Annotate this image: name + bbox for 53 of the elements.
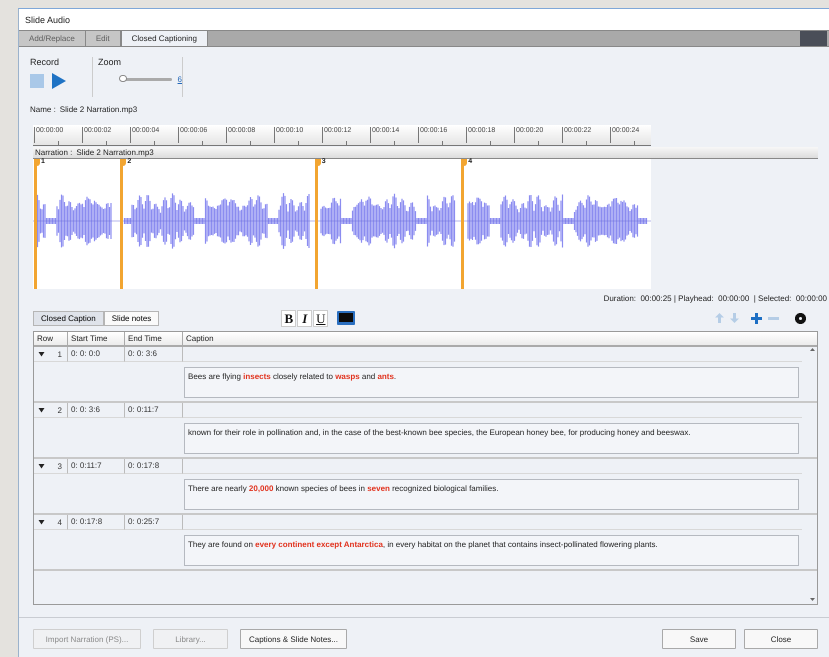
dialog-button[interactable]: Save	[662, 629, 736, 649]
status-text: Duration: 00:00:25 | Playhead: 00:00:00 | Selected: 00:00:00	[604, 294, 827, 303]
tab[interactable]: Slide notes	[104, 310, 160, 326]
track-label: Narration :	[35, 148, 72, 157]
collapse-arrow-icon[interactable]	[38, 519, 45, 525]
zoom-value-link[interactable]: 6	[178, 75, 182, 84]
start-time-cell: 0: 0:11:7	[67, 459, 124, 474]
row-number: 4	[58, 516, 62, 528]
zoom-slider[interactable]	[120, 78, 172, 81]
plus-icon[interactable]	[751, 312, 762, 324]
marker[interactable]	[34, 159, 37, 289]
end-time-cell: 0: 0: 3:6	[124, 347, 182, 362]
caption-field[interactable]: Bees are flying insects closely related to wasps and ants.	[184, 367, 799, 398]
caption-field[interactable]: There are nearly 20,000 known species of bees in seven recognized biological families.	[184, 479, 799, 510]
corner-block	[800, 31, 827, 46]
marker[interactable]	[461, 159, 464, 289]
end-time-cell: 0: 0:17:8	[124, 459, 182, 474]
row-number: 2	[58, 404, 62, 416]
underline-button[interactable]: U	[313, 310, 328, 326]
marker[interactable]	[314, 159, 318, 289]
track-file-name: Slide 2 Narration.mp3	[76, 148, 154, 157]
marker[interactable]	[120, 159, 124, 289]
dialog-button[interactable]: Captions & Slide Notes...	[240, 629, 347, 649]
start-time-cell: 0: 0: 3:6	[67, 403, 124, 418]
collapse-arrow-icon[interactable]	[38, 351, 45, 357]
tab[interactable]: Closed Caption	[33, 310, 104, 326]
tab[interactable]: Closed Captioning	[120, 31, 208, 46]
text-color-icon[interactable]	[337, 311, 356, 325]
window-title: Slide Audio	[25, 14, 70, 24]
column-header: End Time	[124, 332, 182, 345]
section-label: Zoom	[98, 57, 122, 67]
bold-button[interactable]: B	[281, 310, 296, 326]
row-number: 3	[58, 460, 62, 472]
dialog-button[interactable]: Close	[744, 629, 818, 649]
column-header: Row	[36, 333, 54, 345]
start-time-cell: 0: 0:17:8	[67, 515, 124, 530]
scroll-down-icon[interactable]	[810, 598, 815, 601]
collapse-arrow-icon[interactable]	[38, 463, 45, 469]
file-name: Slide 2 Narration.mp3	[60, 105, 138, 116]
name-label: Name :	[30, 105, 56, 116]
caption-field[interactable]: known for their role in pollination and, in the case of the best-known bee species, the European honey bee, for producing honey and beeswax.	[184, 423, 799, 454]
italic-button[interactable]: I	[297, 310, 312, 326]
column-header: Start Time	[67, 332, 124, 345]
collapse-arrow-icon[interactable]	[38, 407, 45, 413]
row-number: 1	[58, 348, 62, 360]
column-header: Caption	[182, 332, 802, 345]
end-time-cell: 0: 0:25:7	[124, 515, 182, 530]
settings-icon[interactable]	[795, 312, 806, 324]
end-time-cell: 0: 0:11:7	[124, 403, 182, 418]
start-time-cell: 0: 0: 0:0	[67, 347, 124, 362]
section-label: Record	[30, 57, 60, 67]
play-icon[interactable]	[52, 73, 66, 89]
caption-field[interactable]: They are found on every continent except Antarctica, in every habitat on the planet that contains insect-pollinated flowering plants.	[184, 535, 799, 566]
